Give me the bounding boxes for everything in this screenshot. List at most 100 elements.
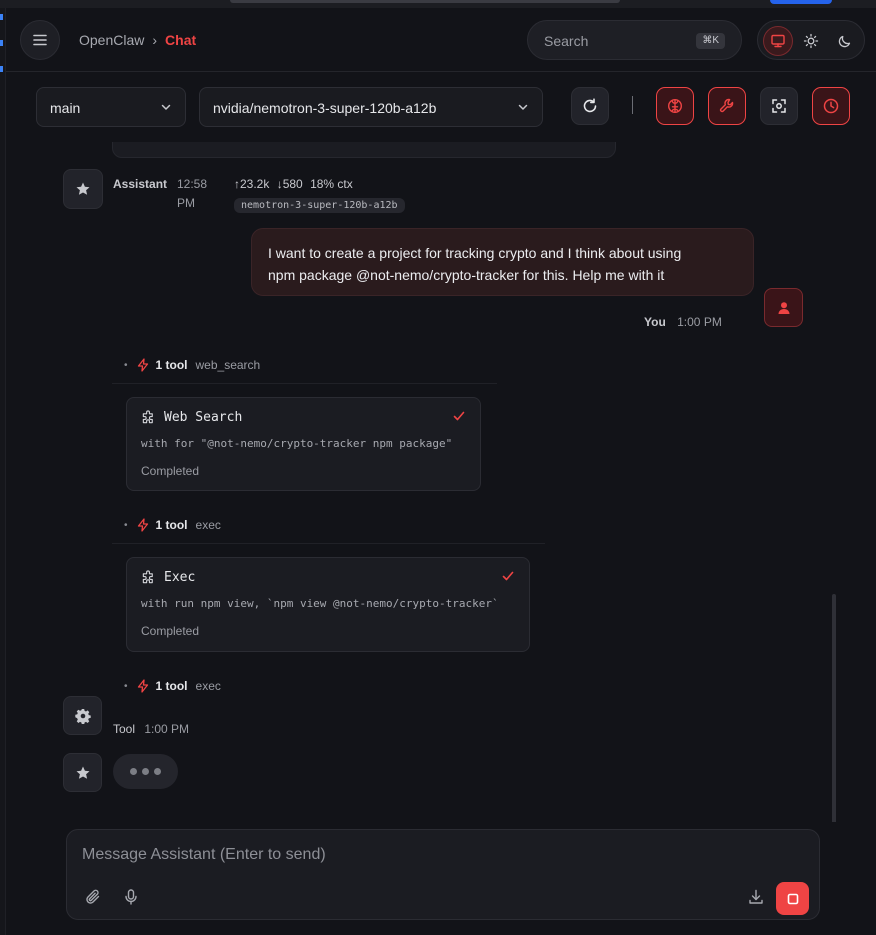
download-icon[interactable] <box>747 888 765 906</box>
tool-card-args: with run npm view, `npm view @not-nemo/c… <box>141 597 499 610</box>
refresh-button[interactable] <box>571 87 609 125</box>
assistant-name: Assistant <box>113 177 168 191</box>
tool-card-status: Completed <box>141 624 200 638</box>
clock-icon <box>823 98 839 114</box>
tokens-in: ↑23.2k <box>234 177 270 191</box>
tool-name: exec <box>195 679 221 693</box>
user-name: You <box>644 315 666 329</box>
tool-card-title-text: Exec <box>164 570 196 585</box>
typing-dot <box>142 768 149 775</box>
refresh-icon <box>583 98 597 113</box>
tool-group-header[interactable]: • 1 tool exec <box>124 518 221 532</box>
chevron-down-icon <box>518 104 528 110</box>
microphone-icon[interactable] <box>122 888 140 906</box>
assistant-time: 12:58 <box>177 177 208 191</box>
user-icon <box>778 301 789 314</box>
tokens-out: ↓580 <box>276 177 303 191</box>
user-message-bubble: I want to create a project for tracking … <box>251 228 754 296</box>
search-shortcut-badge: ⌘K <box>696 33 725 49</box>
tool-group-header[interactable]: • 1 tool web_search <box>124 358 260 372</box>
tool-card-status: Completed <box>141 464 200 478</box>
rail-marker <box>0 66 3 72</box>
session-select-value: main <box>50 100 81 116</box>
tool-card-exec[interactable]: Exec with run npm view, `npm view @not-n… <box>126 557 530 652</box>
user-time: 1:00 PM <box>677 315 722 329</box>
tool-name: exec <box>195 518 221 532</box>
cron-history-button[interactable] <box>812 87 850 125</box>
previous-message-card <box>112 142 616 158</box>
lightning-icon <box>137 679 148 693</box>
message-composer[interactable]: Message Assistant (Enter to send) <box>66 829 820 920</box>
breadcrumb-separator: › <box>152 32 158 48</box>
rail-marker <box>0 14 3 20</box>
page-title: Chat <box>165 32 197 48</box>
model-select-value: nvidia/nemotron-3-super-120b-a12b <box>213 100 437 116</box>
breadcrumb: OpenClaw › Chat <box>79 32 196 48</box>
breadcrumb-parent[interactable]: OpenClaw <box>79 32 144 48</box>
chevron-down-icon <box>161 104 171 110</box>
theme-switcher <box>757 20 865 60</box>
chat-scrollbar[interactable] <box>832 594 836 822</box>
model-select[interactable]: nvidia/nemotron-3-super-120b-a12b <box>199 87 543 127</box>
tools-toggle-button[interactable] <box>708 87 746 125</box>
bullet: • <box>124 680 128 692</box>
window-top-strip <box>0 0 876 8</box>
message-input[interactable]: Message Assistant (Enter to send) <box>82 846 326 864</box>
assistant-avatar <box>63 169 103 209</box>
divider <box>112 383 497 384</box>
stop-button[interactable] <box>776 882 809 915</box>
theme-light-button[interactable] <box>796 26 826 56</box>
tool-card-title: Exec <box>141 570 195 585</box>
theme-system-button[interactable] <box>763 26 793 56</box>
check-icon <box>453 411 465 421</box>
user-avatar <box>764 288 803 327</box>
context-usage: 18% ctx <box>310 177 353 191</box>
tool-card-web-search[interactable]: Web Search with for "@not-nemo/crypto-tr… <box>126 397 481 491</box>
tool-name-label: Tool <box>113 722 136 736</box>
token-usage: ↑23.2k ↓580 18% ctx <box>234 177 353 191</box>
thinking-toggle-button[interactable] <box>656 87 694 125</box>
typing-dot <box>154 768 161 775</box>
tool-meta: Tool 1:00 PM <box>113 722 189 736</box>
focus-mode-button[interactable] <box>760 87 798 125</box>
bullet: • <box>124 519 128 531</box>
wrench-icon <box>719 98 734 113</box>
stop-icon <box>787 893 798 904</box>
tool-card-title-text: Web Search <box>164 410 243 425</box>
hamburger-icon <box>33 34 47 46</box>
address-bar-edge <box>230 0 620 3</box>
user-message-line: I want to create a project for tracking … <box>268 245 682 261</box>
toolbar-separator <box>632 96 633 114</box>
tool-count: 1 tool <box>155 679 188 693</box>
session-select[interactable]: main <box>36 87 186 127</box>
user-meta: You 1:00 PM <box>644 315 722 329</box>
search-label: Search <box>544 33 589 49</box>
typing-indicator <box>113 754 178 789</box>
paperclip-icon[interactable] <box>84 888 102 906</box>
tool-time: 1:00 PM <box>144 722 190 736</box>
tool-name: web_search <box>195 358 261 372</box>
star-icon <box>76 182 90 195</box>
divider <box>112 543 545 544</box>
puzzle-icon <box>142 570 153 584</box>
menu-button[interactable] <box>20 20 60 60</box>
tool-card-args: with for "@not-nemo/crypto-tracker npm p… <box>141 437 453 450</box>
star-icon <box>76 766 89 779</box>
bullet: • <box>124 359 128 371</box>
search-button[interactable]: Search ⌘K <box>527 20 742 60</box>
check-icon <box>502 571 514 581</box>
user-message-line: npm package @not-nemo/crypto-tracker for… <box>268 267 665 283</box>
brain-icon <box>667 98 683 114</box>
typing-dot <box>130 768 137 775</box>
window-accent-edge <box>770 0 832 4</box>
monitor-icon <box>771 34 785 48</box>
focus-icon <box>772 99 786 113</box>
tool-count: 1 tool <box>155 358 188 372</box>
model-tag: nemotron-3-super-120b-a12b <box>234 198 405 213</box>
gear-icon <box>74 708 91 724</box>
tool-card-title: Web Search <box>141 410 242 425</box>
lightning-icon <box>137 518 148 532</box>
theme-dark-button[interactable] <box>830 26 860 56</box>
tool-group-header[interactable]: • 1 tool exec <box>124 679 221 693</box>
assistant-avatar <box>63 753 102 792</box>
